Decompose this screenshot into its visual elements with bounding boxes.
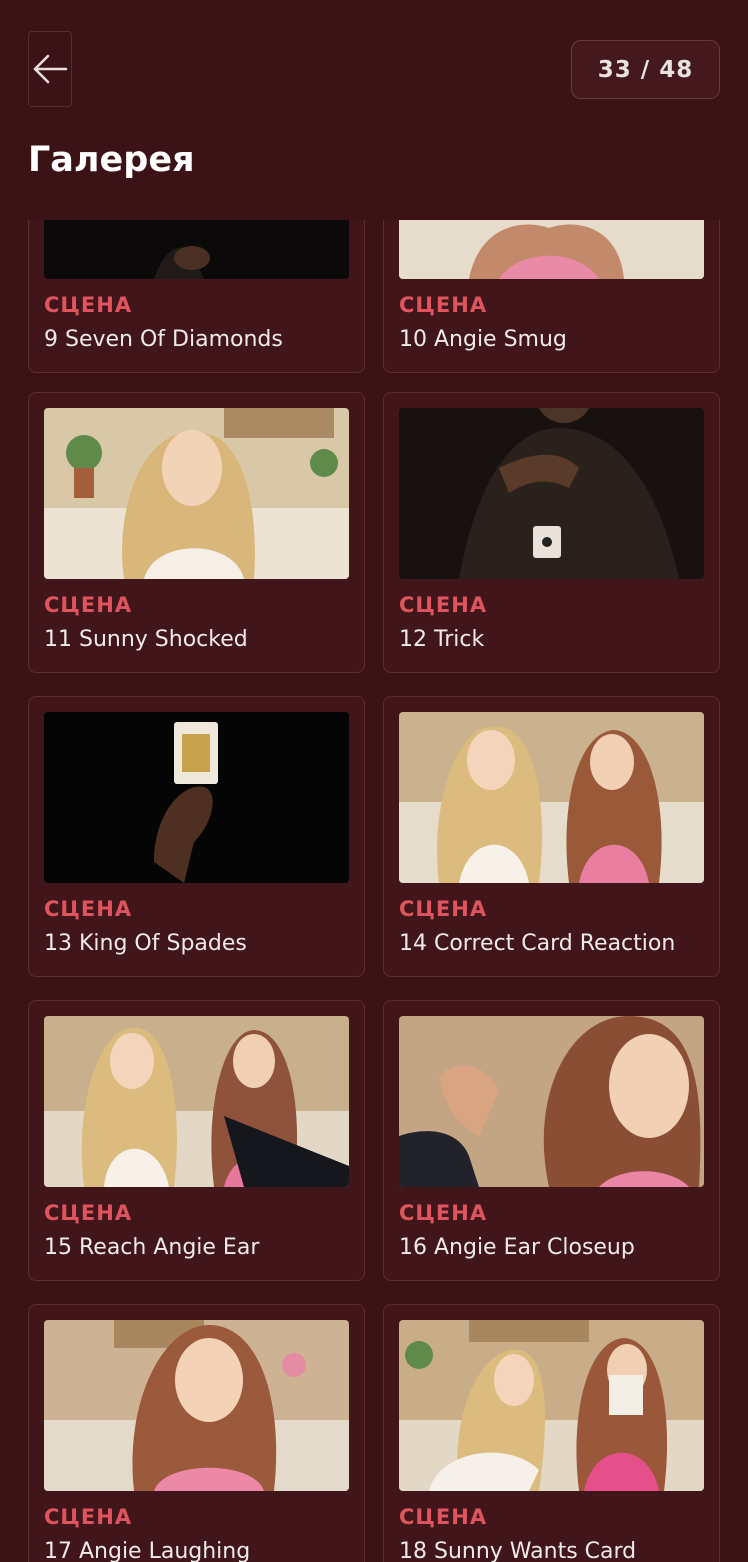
gallery-grid: СЦЕНА 9 Seven Of Diamonds СЦЕНА 10 Angie…	[0, 220, 748, 1562]
scene-title: 17 Angie Laughing	[44, 1539, 251, 1562]
scene-kind-label: СЦЕНА	[399, 897, 488, 921]
scene-kind-label: СЦЕНА	[399, 1201, 488, 1225]
scene-thumbnail	[44, 220, 349, 279]
scene-title: 12 Trick	[399, 627, 485, 652]
scene-title: 9 Seven Of Diamonds	[44, 327, 283, 352]
scene-title: 11 Sunny Shocked	[44, 627, 248, 652]
gallery-card[interactable]: СЦЕНА 16 Angie Ear Closeup	[383, 1000, 720, 1281]
scene-kind-label: СЦЕНА	[399, 1505, 488, 1529]
scene-thumbnail	[399, 408, 704, 579]
scene-title: 10 Angie Smug	[399, 327, 567, 352]
gallery-card[interactable]: СЦЕНА 13 King Of Spades	[28, 696, 365, 977]
gallery-card[interactable]: СЦЕНА 12 Trick	[383, 392, 720, 673]
scene-thumbnail	[399, 1016, 704, 1187]
scene-title: 13 King Of Spades	[44, 931, 247, 956]
scene-thumbnail	[44, 1320, 349, 1491]
scene-thumbnail	[399, 220, 704, 279]
back-button[interactable]	[28, 31, 72, 107]
scene-title: 14 Correct Card Reaction	[399, 931, 676, 956]
scene-kind-label: СЦЕНА	[399, 593, 488, 617]
page-counter: 33 / 48	[571, 40, 720, 99]
scene-kind-label: СЦЕНА	[44, 1505, 133, 1529]
scene-thumbnail	[44, 1016, 349, 1187]
scene-title: 18 Sunny Wants Card	[399, 1539, 637, 1562]
scene-kind-label: СЦЕНА	[44, 1201, 133, 1225]
scene-thumbnail	[399, 712, 704, 883]
page-title: Галерея	[28, 140, 195, 180]
scene-title: 15 Reach Angie Ear	[44, 1235, 260, 1260]
gallery-card[interactable]: СЦЕНА 14 Correct Card Reaction	[383, 696, 720, 977]
gallery-card[interactable]: СЦЕНА 17 Angie Laughing	[28, 1304, 365, 1562]
gallery-card[interactable]: СЦЕНА 18 Sunny Wants Card	[383, 1304, 720, 1562]
gallery-card[interactable]: СЦЕНА 15 Reach Angie Ear	[28, 1000, 365, 1281]
gallery-card[interactable]: СЦЕНА 9 Seven Of Diamonds	[28, 220, 365, 373]
scene-kind-label: СЦЕНА	[44, 293, 133, 317]
scene-thumbnail	[399, 1320, 704, 1491]
arrow-left-icon	[33, 54, 68, 84]
gallery-card[interactable]: СЦЕНА 11 Sunny Shocked	[28, 392, 365, 673]
scene-thumbnail	[44, 712, 349, 883]
scene-kind-label: СЦЕНА	[44, 897, 133, 921]
scene-kind-label: СЦЕНА	[399, 293, 488, 317]
scene-title: 16 Angie Ear Closeup	[399, 1235, 635, 1260]
scene-thumbnail	[44, 408, 349, 579]
gallery-card[interactable]: СЦЕНА 10 Angie Smug	[383, 220, 720, 373]
scene-kind-label: СЦЕНА	[44, 593, 133, 617]
